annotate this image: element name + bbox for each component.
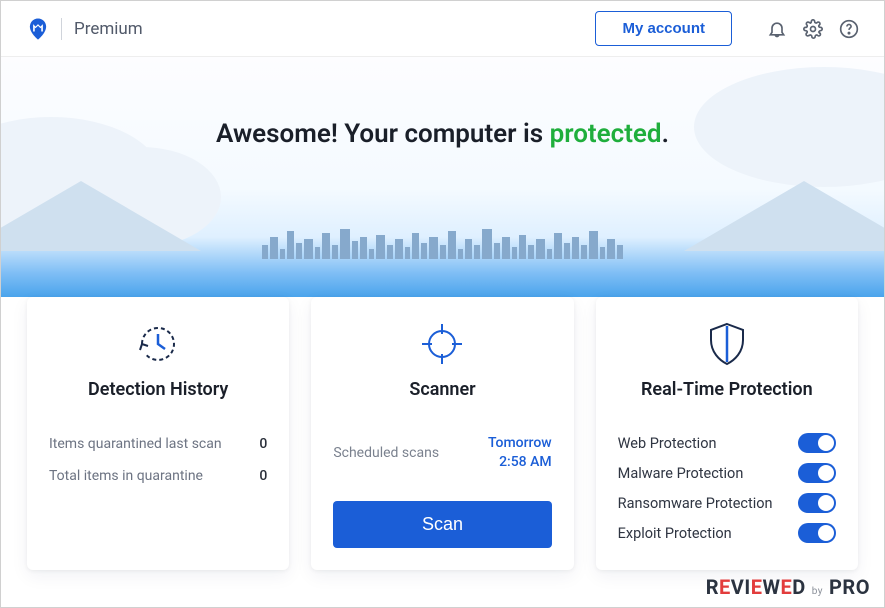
malware-protection-toggle[interactable] xyxy=(798,463,836,483)
wm-vi: VI xyxy=(731,575,751,599)
decorative-skyline-icon xyxy=(1,219,884,259)
hero-banner: Awesome! Your computer is protected. xyxy=(1,57,884,297)
malware-protection-row: Malware Protection xyxy=(618,458,836,488)
wm-pro: PRO xyxy=(829,575,870,599)
wm-d: D xyxy=(792,575,806,599)
real-time-protection-card[interactable]: Real-Time Protection Web Protection Malw… xyxy=(596,297,858,570)
quarantined-last-scan-row: Items quarantined last scan 0 xyxy=(49,428,267,460)
web-protection-label: Web Protection xyxy=(618,435,717,452)
notifications-icon[interactable] xyxy=(766,18,788,40)
ransomware-protection-toggle[interactable] xyxy=(798,493,836,513)
my-account-button[interactable]: My account xyxy=(595,11,732,46)
total-quarantine-row: Total items in quarantine 0 xyxy=(49,460,267,492)
ransomware-protection-label: Ransomware Protection xyxy=(618,495,773,512)
web-protection-row: Web Protection xyxy=(618,428,836,458)
scan-button[interactable]: Scan xyxy=(333,501,551,548)
detection-history-card[interactable]: Detection History Items quarantined last… xyxy=(27,297,289,570)
crosshair-icon xyxy=(333,317,551,371)
scheduled-scans-row: Scheduled scans Tomorrow 2:58 AM xyxy=(333,434,551,472)
history-clock-icon xyxy=(49,317,267,371)
shield-icon xyxy=(618,317,836,371)
scheduled-scans-value: Tomorrow 2:58 AM xyxy=(488,434,552,472)
exploit-protection-label: Exploit Protection xyxy=(618,525,732,542)
status-emphasis: protected xyxy=(550,119,662,149)
quarantined-last-scan-value: 0 xyxy=(259,436,267,452)
wm-w: W xyxy=(762,575,780,599)
status-suffix: . xyxy=(662,119,669,149)
total-quarantine-value: 0 xyxy=(259,468,267,484)
exploit-protection-toggle[interactable] xyxy=(798,523,836,543)
dashboard-cards: Detection History Items quarantined last… xyxy=(1,297,884,570)
web-protection-toggle[interactable] xyxy=(798,433,836,453)
wm-by: by xyxy=(812,586,823,597)
quarantined-last-scan-label: Items quarantined last scan xyxy=(49,436,222,452)
status-headline: Awesome! Your computer is protected. xyxy=(1,57,884,149)
exploit-protection-row: Exploit Protection xyxy=(618,518,836,548)
total-quarantine-label: Total items in quarantine xyxy=(49,468,203,484)
settings-gear-icon[interactable] xyxy=(802,18,824,40)
rtp-title: Real-Time Protection xyxy=(618,379,836,400)
status-prefix: Awesome! Your computer is xyxy=(216,119,550,149)
scheduled-scans-label: Scheduled scans xyxy=(333,445,439,461)
ransomware-protection-row: Ransomware Protection xyxy=(618,488,836,518)
malwarebytes-logo-icon xyxy=(25,16,51,42)
app-window: Premium My account xyxy=(0,0,885,608)
header-bar: Premium My account xyxy=(1,1,884,57)
malware-protection-label: Malware Protection xyxy=(618,465,744,482)
tier-label: Premium xyxy=(74,19,143,39)
detection-history-title: Detection History xyxy=(49,379,267,400)
scheduled-time: 2:58 AM xyxy=(499,454,552,470)
wm-r: R xyxy=(706,575,719,599)
scanner-title: Scanner xyxy=(333,379,551,400)
scanner-card[interactable]: Scanner Scheduled scans Tomorrow 2:58 AM… xyxy=(311,297,573,570)
reviewed-by-pro-watermark: REVIEWED by PRO xyxy=(706,575,870,599)
header-divider xyxy=(61,18,62,40)
help-icon[interactable] xyxy=(838,18,860,40)
scheduled-day: Tomorrow xyxy=(488,435,552,451)
